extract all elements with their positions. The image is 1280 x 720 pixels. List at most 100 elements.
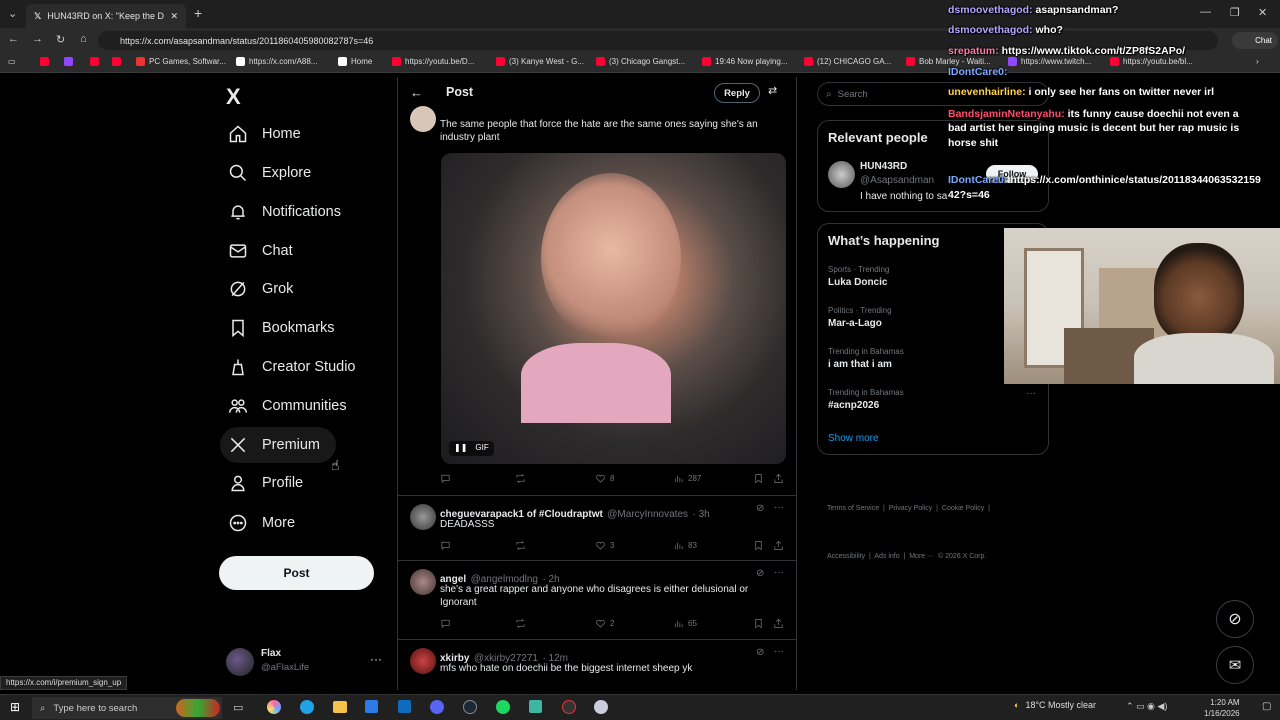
home-icon[interactable]: ⌂ <box>80 33 87 45</box>
new-tab-icon[interactable]: + <box>194 5 202 21</box>
grok-icon[interactable]: ⊘ <box>756 647 764 658</box>
back-arrow-icon[interactable]: ← <box>410 85 423 100</box>
post-more-icon[interactable]: ··· <box>774 646 784 657</box>
pause-icon[interactable]: ❚❚ <box>454 443 467 454</box>
discord-icon[interactable] <box>430 700 444 714</box>
grok-icon[interactable]: ⊘ <box>756 568 764 579</box>
gif-controls[interactable]: ❚❚ GIF <box>449 441 494 456</box>
share-action[interactable] <box>773 618 784 629</box>
close-window-icon[interactable]: ✕ <box>1258 6 1267 19</box>
app-icon[interactable] <box>529 700 542 713</box>
browser-tab-active[interactable]: 𝕏 HUN43RD on X: "Keep the Doechi... ✕ <box>26 4 186 28</box>
nav-chat[interactable]: Chat <box>220 233 301 269</box>
bookmark-item[interactable]: https://www.twitch... <box>1008 57 1091 66</box>
bookmark-action[interactable] <box>753 618 764 629</box>
repost-action[interactable] <box>515 473 526 484</box>
reply-post[interactable]: xkirby @xkirby27271 · 12m ⊘ ··· mfs who … <box>398 640 796 690</box>
share-action[interactable] <box>773 540 784 551</box>
bookmark-action[interactable] <box>753 540 764 551</box>
tab-list-icon[interactable]: ⌄ <box>8 7 17 20</box>
messages-float-button[interactable]: ✉ <box>1216 646 1254 684</box>
show-more-link[interactable]: Show more <box>828 433 879 444</box>
trend-item[interactable]: Trending in Bahamas i am that i am <box>828 347 904 370</box>
post-more-icon[interactable]: ··· <box>774 567 784 578</box>
bookmark-item[interactable]: (3) Chicago Gangst... <box>596 57 685 66</box>
like-action[interactable]: 2 <box>595 618 614 629</box>
nav-premium[interactable]: Premium <box>220 427 337 463</box>
nav-profile[interactable]: Profile <box>220 465 311 501</box>
views-action[interactable]: 65 <box>673 618 697 629</box>
obs-icon[interactable] <box>562 700 576 714</box>
grok-float-button[interactable]: ⊘ <box>1216 600 1254 638</box>
bookmark-item[interactable]: Home <box>338 57 372 66</box>
weather-widget[interactable]: ◐ 18°C Mostly clear <box>1014 700 1096 710</box>
nav-bookmarks[interactable]: Bookmarks <box>220 310 343 346</box>
minimize-icon[interactable]: — <box>1200 6 1211 18</box>
compose-post-button[interactable]: Post <box>219 556 374 590</box>
nav-explore[interactable]: Explore <box>220 155 319 191</box>
account-more-icon[interactable]: ··· <box>370 652 382 666</box>
x-logo-icon[interactable]: X <box>226 84 241 110</box>
trend-more-icon[interactable]: ··· <box>1026 388 1036 399</box>
trend-item[interactable]: Politics · Trending Mar-a-Lago <box>828 306 892 329</box>
bookmark-item[interactable]: https://youtu.be/D... <box>392 57 474 66</box>
file-explorer-icon[interactable] <box>333 701 347 713</box>
bookmark-twitch-icon[interactable] <box>64 57 73 66</box>
bookmark-item[interactable]: https://youtu.be/bl... <box>1110 57 1193 66</box>
spotify-icon[interactable] <box>496 700 510 714</box>
clock[interactable]: 1:20 AM 1/16/2026 <box>1204 697 1240 719</box>
system-tray-icons[interactable]: ⌃ ▭ ◉ ◀) <box>1126 701 1167 712</box>
back-icon[interactable]: ← <box>8 33 19 45</box>
like-action[interactable]: 8 <box>595 473 614 484</box>
bookmarks-overflow-icon[interactable]: › <box>1256 57 1259 66</box>
main-post[interactable]: The same people that force the hate are … <box>398 106 796 496</box>
task-view-icon[interactable]: ▭ <box>233 701 243 714</box>
trend-item[interactable]: Trending in Bahamas #acnp2026 <box>828 388 904 411</box>
repost-action[interactable] <box>515 618 526 629</box>
bookmark-apps-icon[interactable]: ▭ <box>8 57 16 66</box>
views-action[interactable]: 83 <box>673 540 697 551</box>
trend-item[interactable]: Sports · Trending Luka Doncic <box>828 265 889 288</box>
repost-action[interactable] <box>515 540 526 551</box>
bookmark-action[interactable] <box>753 473 764 484</box>
account-switcher[interactable]: Flax @aFlaxLife ··· <box>226 646 386 678</box>
chat-button[interactable]: Chat <box>1232 32 1278 49</box>
outlook-icon[interactable] <box>398 700 411 713</box>
nav-notifications[interactable]: Notifications <box>220 194 349 230</box>
footer-links[interactable]: Terms of Service | Privacy Policy | Cook… <box>827 469 990 581</box>
store-icon[interactable] <box>365 700 378 713</box>
reply-action[interactable] <box>440 618 451 629</box>
app-icon[interactable] <box>594 700 608 714</box>
nav-communities[interactable]: Communities <box>220 388 355 424</box>
notifications-icon[interactable]: ▢ <box>1262 701 1271 712</box>
steam-icon[interactable] <box>463 700 477 714</box>
reply-post[interactable]: angel @angelmodlng · 2h ⊘ ··· she's a gr… <box>398 561 796 640</box>
bookmark-item[interactable]: 19:46 Now playing... <box>702 57 788 66</box>
share-action[interactable] <box>773 473 784 484</box>
reply-action[interactable] <box>440 540 451 551</box>
like-action[interactable]: 3 <box>595 540 614 551</box>
post-more-icon[interactable]: ··· <box>774 502 784 513</box>
nav-grok[interactable]: Grok <box>220 271 301 307</box>
bookmark-youtube-icon[interactable] <box>40 57 49 66</box>
reply-button[interactable]: Reply <box>714 83 760 103</box>
grok-icon[interactable]: ⊘ <box>756 503 764 514</box>
person-name[interactable]: HUN43RD <box>860 161 907 172</box>
bookmark-youtube-icon[interactable] <box>112 57 121 66</box>
windows-start-icon[interactable]: ⊞ <box>10 700 20 714</box>
person-avatar[interactable] <box>828 161 855 188</box>
bookmark-item[interactable]: (3) Kanye West - G... <box>496 57 584 66</box>
close-tab-icon[interactable]: ✕ <box>170 11 178 22</box>
search-input[interactable]: Search <box>838 89 868 100</box>
reply-action[interactable] <box>440 473 451 484</box>
maximize-icon[interactable]: ❐ <box>1230 6 1240 19</box>
views-action[interactable]: 287 <box>673 473 701 484</box>
forward-icon[interactable]: → <box>32 33 43 45</box>
taskbar-search-highlight-icon[interactable] <box>176 699 220 717</box>
bookmark-item[interactable]: PC Games, Softwar... <box>136 57 226 66</box>
reply-post[interactable]: cheguevarapack1 of #Cloudraptwt @MarcyIn… <box>398 496 796 561</box>
bookmark-item[interactable]: (12) CHICAGO GA... <box>804 57 891 66</box>
nav-home[interactable]: Home <box>220 116 309 152</box>
bookmark-youtube-icon[interactable] <box>90 57 99 66</box>
bookmark-item[interactable]: https://x.com/A88... <box>236 57 317 66</box>
